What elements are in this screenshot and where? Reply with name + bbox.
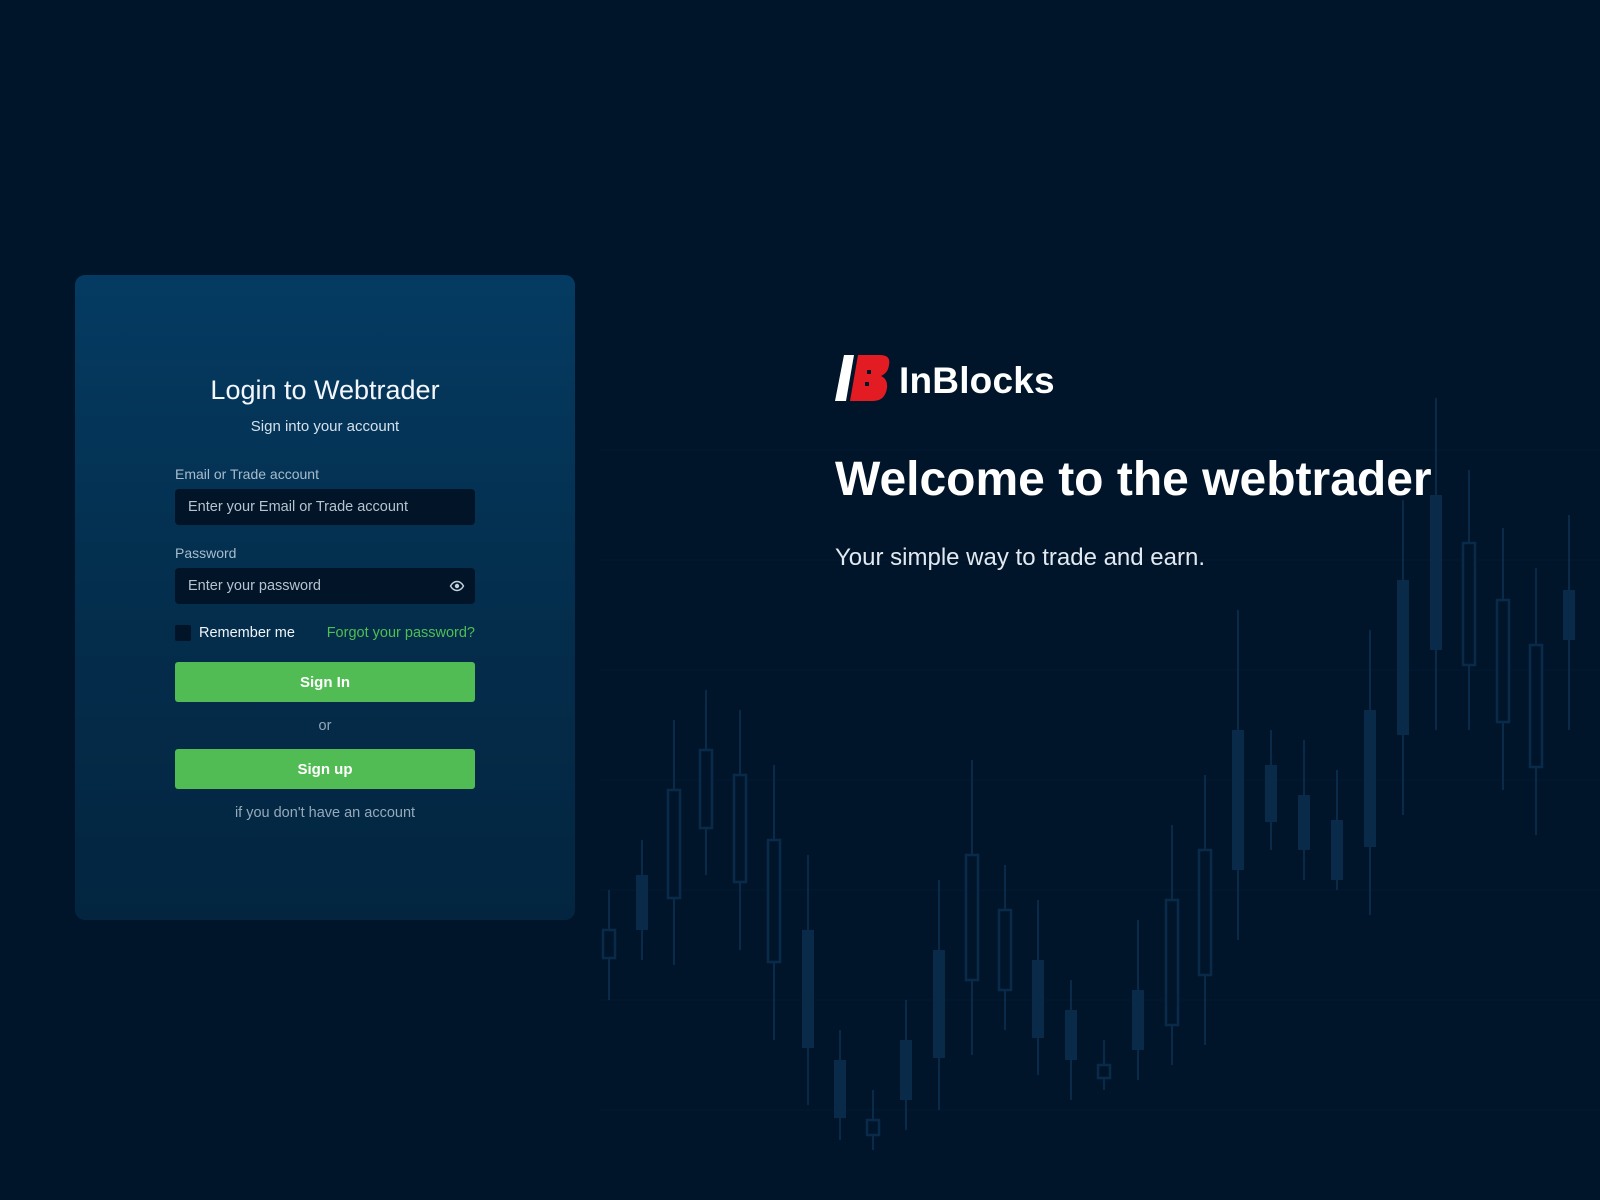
sign-up-button[interactable]: Sign up bbox=[175, 749, 475, 789]
or-divider: or bbox=[318, 718, 332, 734]
brand: InBlocks bbox=[835, 355, 1055, 406]
background-candle bbox=[766, 765, 782, 1040]
background-candle bbox=[1331, 770, 1343, 890]
sign-in-button[interactable]: Sign In bbox=[175, 662, 475, 702]
login-page: Login to Webtrader Sign into your accoun… bbox=[0, 0, 1600, 1200]
email-field[interactable] bbox=[175, 489, 475, 525]
background-candle bbox=[1397, 500, 1409, 815]
brand-name: InBlocks bbox=[899, 359, 1055, 401]
email-field-wrapper bbox=[175, 489, 475, 525]
background-candle bbox=[601, 890, 617, 1000]
background-candle bbox=[1495, 528, 1511, 790]
background-candle bbox=[865, 1090, 881, 1150]
background-candle bbox=[802, 855, 814, 1105]
background-candle bbox=[1065, 980, 1077, 1100]
background-candle bbox=[1528, 568, 1544, 835]
login-subtitle: Sign into your account bbox=[250, 418, 400, 435]
remember-me-checkbox[interactable] bbox=[175, 625, 191, 641]
background-candles bbox=[601, 398, 1575, 1150]
remember-me[interactable]: Remember me bbox=[175, 625, 295, 641]
background-candle bbox=[732, 710, 748, 950]
background-candle bbox=[666, 720, 682, 965]
tagline: Your simple way to trade and earn. bbox=[835, 544, 1205, 571]
eye-icon[interactable] bbox=[449, 578, 465, 594]
inblocks-logo bbox=[835, 355, 891, 406]
background-candle bbox=[1298, 740, 1310, 880]
background-candle bbox=[1032, 900, 1044, 1075]
password-field-wrapper bbox=[175, 568, 475, 604]
background-candle bbox=[964, 760, 980, 1055]
background-candle bbox=[1430, 398, 1442, 730]
background-candle bbox=[1265, 730, 1277, 850]
email-label: Email or Trade account bbox=[175, 466, 319, 482]
background-candle bbox=[698, 690, 714, 875]
background-candle bbox=[1132, 920, 1144, 1080]
background-candle bbox=[933, 880, 945, 1110]
background-candle bbox=[1364, 630, 1376, 915]
background-candle bbox=[1563, 515, 1575, 730]
login-card: Login to Webtrader Sign into your accoun… bbox=[75, 275, 575, 920]
welcome-heading: Welcome to the webtrader bbox=[835, 453, 1432, 506]
sign-up-note: if you don't have an account bbox=[234, 805, 416, 821]
background-candle bbox=[1164, 825, 1180, 1065]
background-candle bbox=[636, 840, 648, 960]
background-candle bbox=[834, 1030, 846, 1140]
login-title: Login to Webtrader bbox=[210, 375, 440, 405]
password-field[interactable] bbox=[175, 568, 475, 604]
background-candle bbox=[1461, 470, 1477, 730]
password-label: Password bbox=[175, 545, 237, 561]
background-candle bbox=[1197, 775, 1213, 1045]
background-candle bbox=[1096, 1040, 1112, 1090]
forgot-password-link[interactable]: Forgot your password? bbox=[327, 625, 475, 641]
remember-me-label: Remember me bbox=[199, 625, 295, 641]
